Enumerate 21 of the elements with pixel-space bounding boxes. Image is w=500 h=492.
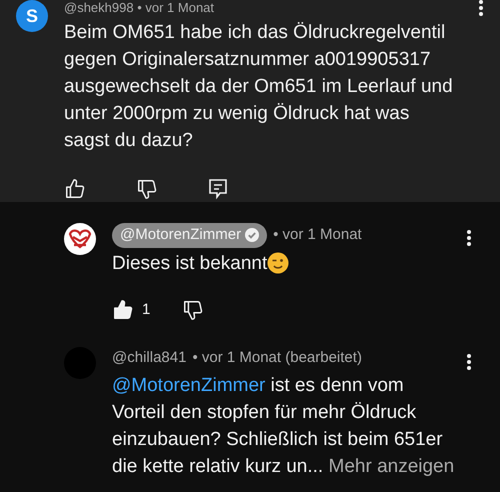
avatar[interactable]: S (16, 0, 48, 32)
reply-text: @MotorenZimmer ist es denn vom Vorteil den stopfen für mehr Öldruck einzubauen? Schließlich ist beim 651er die kette relativ kurz un... Mehr anzeigen (112, 374, 456, 479)
thumbs-up-icon[interactable] (64, 178, 86, 200)
comment-header: @shekh998 • vor 1 Monat (64, 0, 214, 16)
reply-text: Dieses ist bekannt (112, 252, 268, 276)
channel-avatar[interactable] (64, 223, 96, 255)
like-count: 1 (142, 300, 152, 320)
more-options-icon[interactable] (466, 229, 472, 247)
winking-face-icon (267, 252, 290, 274)
thumbs-down-icon[interactable] (136, 178, 158, 200)
mention-link[interactable]: @MotorenZimmer (112, 375, 266, 396)
more-options-icon[interactable] (466, 353, 472, 371)
comment-text: Beim OM651 habe ich das Öldruckregelventil gegen Originalersatznummer a0019905317 ausgewechselt da der Om651 im Leerlauf und unter 2000rpm zu wenig Öldruck hat was sagst du dazu? (64, 21, 454, 153)
author-name[interactable]: @chilla841 (112, 347, 186, 370)
timestamp: • vor 1 Monat (273, 225, 362, 245)
show-more-link[interactable]: Mehr anzeigen (328, 456, 454, 477)
reply-icon[interactable] (208, 178, 228, 200)
thumbs-down-icon[interactable] (182, 298, 204, 321)
more-options-icon[interactable] (478, 0, 484, 17)
timestamp: • vor 1 Monat (bearbeitet) (192, 348, 362, 368)
thumbs-up-icon[interactable] (112, 298, 134, 321)
